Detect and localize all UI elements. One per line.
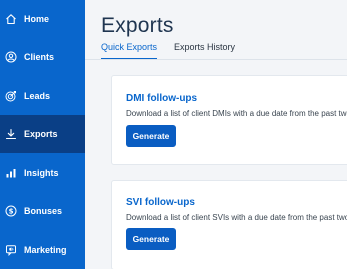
sidebar-item-label: Home — [24, 14, 50, 24]
download-icon — [5, 128, 17, 140]
tab-quick-exports[interactable]: Quick Exports — [101, 42, 158, 60]
sidebar-item-label: Exports — [24, 129, 58, 139]
bar-chart-icon — [5, 167, 17, 179]
sidebar-item-label: Bonuses — [24, 206, 63, 216]
page-title: Exports — [101, 14, 174, 37]
svg-text:$: $ — [9, 207, 14, 215]
tab-bar: Quick Exports Exports History — [101, 42, 252, 60]
card-description: Download a list of client DMIs with a du… — [126, 109, 347, 118]
sidebar-item-label: Leads — [24, 91, 51, 101]
card-description: Download a list of client SVIs with a du… — [126, 213, 347, 222]
sidebar-item-bonuses[interactable]: $ Bonuses — [0, 192, 85, 230]
sidebar: Home Clients Leads Exports Insights $ Bo… — [0, 0, 85, 269]
dollar-circle-icon: $ — [5, 205, 17, 217]
sidebar-item-home[interactable]: Home — [0, 0, 85, 38]
tab-exports-history[interactable]: Exports History — [174, 42, 235, 60]
target-icon — [5, 90, 17, 102]
sidebar-item-insights[interactable]: Insights — [0, 154, 85, 192]
sidebar-item-label: Marketing — [24, 245, 67, 255]
sidebar-item-leads[interactable]: Leads — [0, 77, 85, 115]
card-title: DMI follow-ups — [126, 93, 198, 104]
generate-button[interactable]: Generate — [126, 125, 176, 147]
app-window: Home Clients Leads Exports Insights $ Bo… — [0, 0, 347, 269]
card-title: SVI follow-ups — [126, 197, 195, 208]
user-circle-icon — [5, 51, 17, 63]
sidebar-item-clients[interactable]: Clients — [0, 38, 85, 76]
generate-button[interactable]: Generate — [126, 228, 176, 250]
home-icon — [5, 13, 17, 25]
export-card-dmi: DMI follow-ups Download a list of client… — [111, 75, 347, 165]
megaphone-icon — [5, 244, 17, 256]
tab-divider — [85, 59, 347, 60]
sidebar-item-exports[interactable]: Exports — [0, 115, 85, 153]
export-card-svi: SVI follow-ups Download a list of client… — [111, 180, 347, 269]
sidebar-item-marketing[interactable]: Marketing — [0, 231, 85, 269]
main-content: Exports Quick Exports Exports History DM… — [85, 0, 347, 269]
sidebar-item-label: Insights — [24, 168, 59, 178]
sidebar-item-label: Clients — [24, 52, 55, 62]
